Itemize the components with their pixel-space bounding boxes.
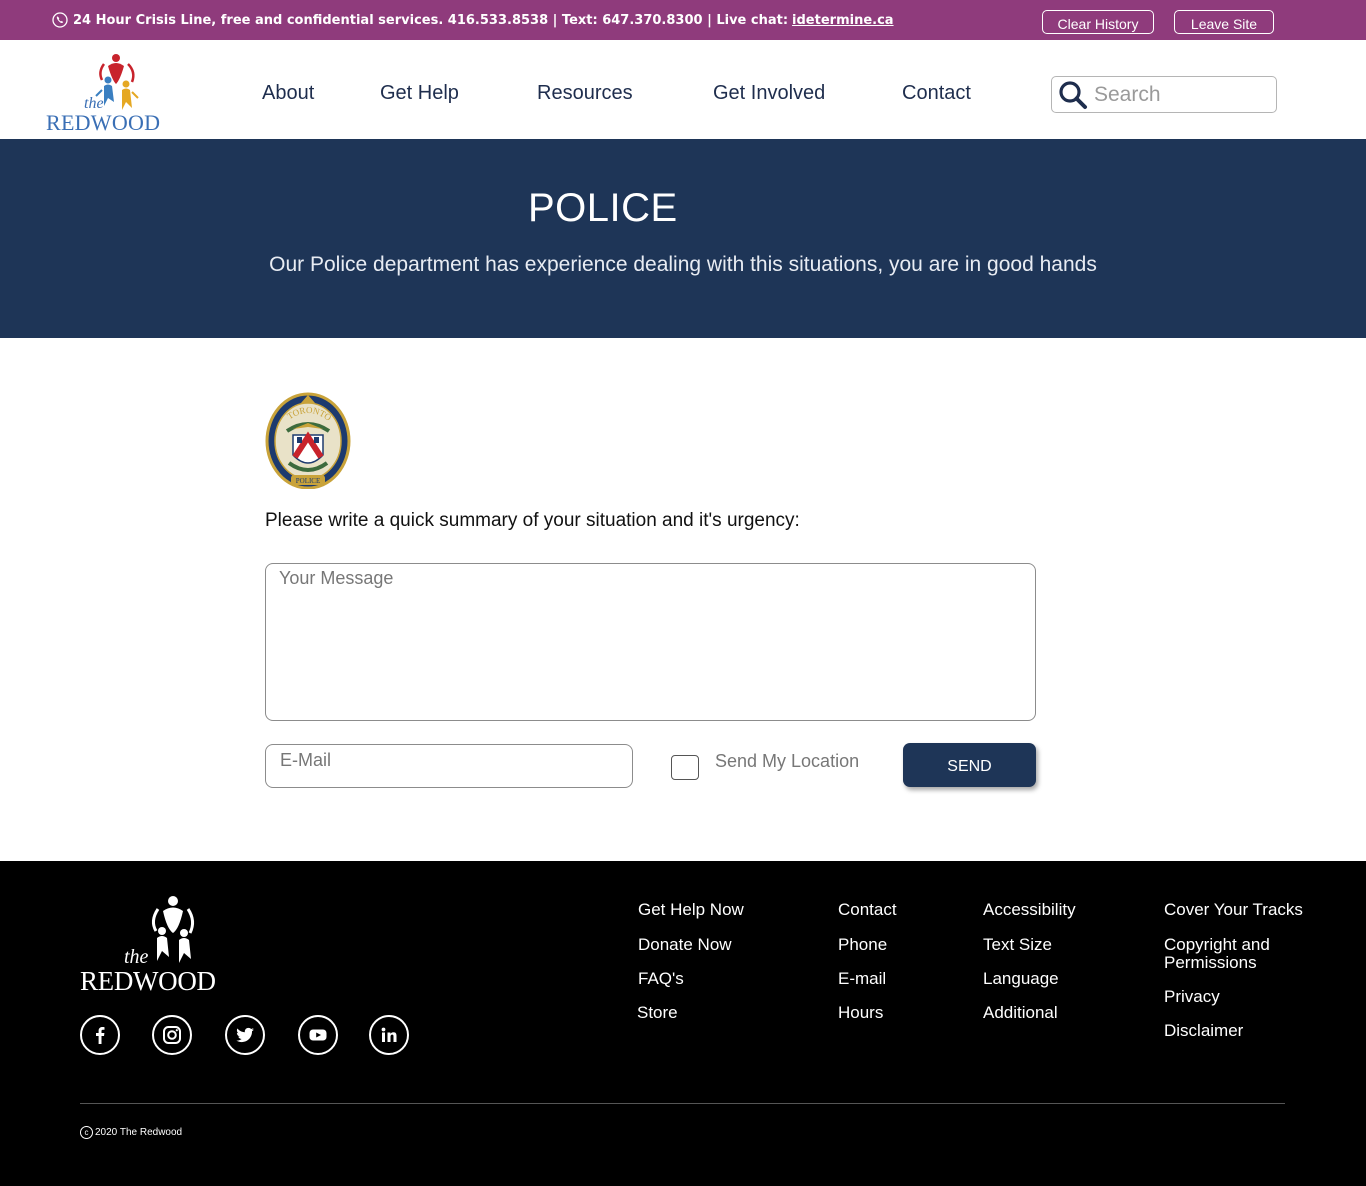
youtube-link[interactable] bbox=[298, 1015, 338, 1055]
footer-link-text-size[interactable]: Text Size bbox=[983, 936, 1052, 954]
hero-banner: POLICE Our Police department has experie… bbox=[0, 139, 1366, 338]
footer-link-phone[interactable]: Phone bbox=[838, 936, 887, 954]
crisis-line-info: 24 Hour Crisis Line, free and confidenti… bbox=[52, 12, 894, 28]
search-box bbox=[1051, 76, 1277, 113]
redwood-footer-logo[interactable]: the REDWOOD bbox=[78, 893, 220, 993]
facebook-link[interactable] bbox=[80, 1015, 120, 1055]
send-location-label: Send My Location bbox=[715, 751, 860, 771]
footer-link-accessibility[interactable]: Accessibility bbox=[983, 901, 1076, 919]
svg-text:the: the bbox=[124, 946, 149, 968]
site-header: the REDWOOD About Get Help Resources Get… bbox=[0, 40, 1366, 139]
linkedin-icon bbox=[381, 1027, 397, 1042]
site-footer: the REDWOOD Get Help Now Donate Now FAQ'… bbox=[0, 861, 1366, 1186]
footer-link-email[interactable]: E-mail bbox=[838, 970, 886, 988]
footer-link-language[interactable]: Language bbox=[983, 970, 1059, 988]
send-location-checkbox[interactable] bbox=[671, 755, 699, 780]
copyright-text: 2020 The Redwood bbox=[95, 1127, 183, 1138]
crisis-line-text: 24 Hour Crisis Line, free and confidenti… bbox=[73, 12, 789, 28]
footer-link-get-help-now[interactable]: Get Help Now bbox=[638, 901, 744, 919]
form-prompt: Please write a quick summary of your sit… bbox=[265, 510, 800, 531]
send-button[interactable]: SEND bbox=[903, 743, 1036, 787]
footer-link-copyright[interactable]: Copyright and Permissions bbox=[1164, 936, 1304, 972]
footer-link-additional[interactable]: Additional bbox=[983, 1004, 1058, 1022]
nav-contact[interactable]: Contact bbox=[902, 82, 971, 105]
facebook-icon bbox=[96, 1027, 105, 1044]
footer-link-faqs[interactable]: FAQ's bbox=[638, 970, 684, 988]
leave-site-button[interactable]: Leave Site bbox=[1174, 10, 1274, 34]
search-input[interactable] bbox=[1094, 81, 1270, 109]
nav-get-involved[interactable]: Get Involved bbox=[713, 82, 825, 105]
clear-history-button[interactable]: Clear History bbox=[1042, 10, 1154, 34]
svg-text:REDWOOD: REDWOOD bbox=[46, 110, 160, 132]
page-title: POLICE bbox=[528, 186, 678, 230]
footer-link-contact[interactable]: Contact bbox=[838, 901, 897, 919]
page-subtitle: Our Police department has experience dea… bbox=[269, 253, 1097, 276]
twitter-icon bbox=[236, 1027, 254, 1043]
copyright-notice: c 2020 The Redwood bbox=[80, 1126, 182, 1139]
footer-link-hours[interactable]: Hours bbox=[838, 1004, 883, 1022]
live-chat-link[interactable]: idetermine.ca bbox=[792, 13, 894, 28]
footer-link-disclaimer[interactable]: Disclaimer bbox=[1164, 1022, 1243, 1040]
footer-link-privacy[interactable]: Privacy bbox=[1164, 988, 1220, 1006]
instagram-icon bbox=[163, 1026, 181, 1044]
instagram-link[interactable] bbox=[152, 1015, 192, 1055]
footer-link-donate-now[interactable]: Donate Now bbox=[638, 936, 732, 954]
email-field[interactable] bbox=[265, 744, 633, 788]
youtube-icon bbox=[309, 1029, 327, 1041]
nav-about[interactable]: About bbox=[262, 82, 314, 105]
phone-icon bbox=[52, 12, 68, 28]
nav-get-help[interactable]: Get Help bbox=[380, 82, 459, 105]
nav-resources[interactable]: Resources bbox=[537, 82, 633, 105]
footer-divider bbox=[80, 1103, 1285, 1104]
svg-text:POLICE: POLICE bbox=[296, 477, 321, 485]
copyright-icon: c bbox=[80, 1126, 93, 1139]
footer-link-cover-your-tracks[interactable]: Cover Your Tracks bbox=[1164, 901, 1303, 919]
footer-link-store[interactable]: Store bbox=[637, 1004, 678, 1022]
svg-text:REDWOOD: REDWOOD bbox=[80, 966, 216, 993]
toronto-police-badge-icon: TORONTO POLICE bbox=[265, 392, 351, 489]
message-field[interactable] bbox=[265, 563, 1036, 721]
linkedin-link[interactable] bbox=[369, 1015, 409, 1055]
twitter-link[interactable] bbox=[225, 1015, 265, 1055]
search-icon[interactable] bbox=[1058, 80, 1088, 110]
redwood-logo[interactable]: the REDWOOD bbox=[46, 50, 166, 132]
crisis-bar: 24 Hour Crisis Line, free and confidenti… bbox=[0, 0, 1366, 40]
